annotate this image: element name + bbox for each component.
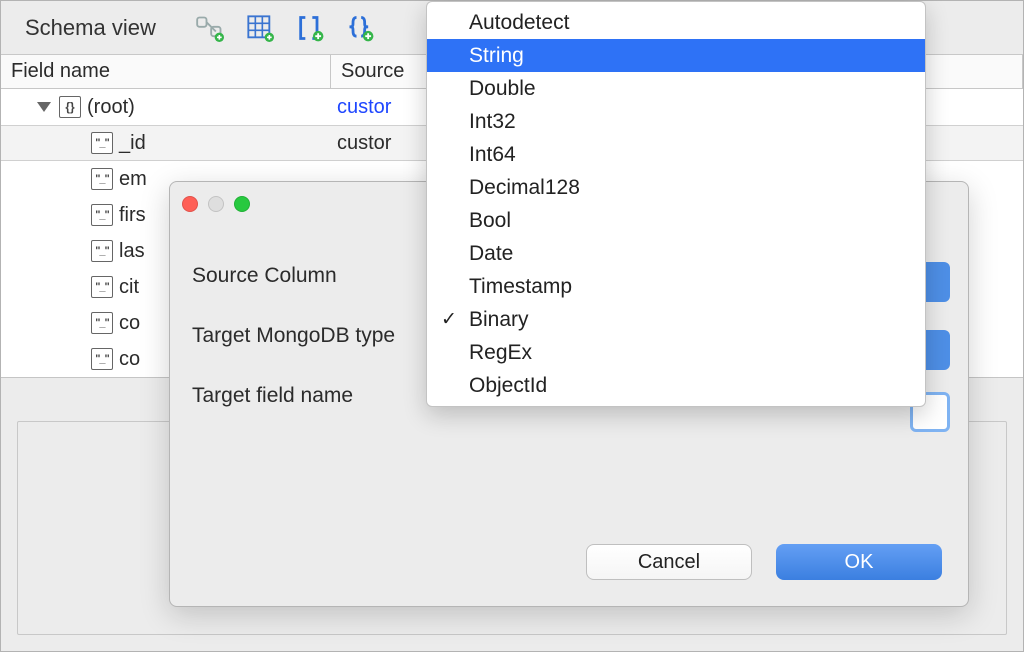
label-target-type: Target MongoDB type xyxy=(192,324,432,348)
field-icon xyxy=(91,132,113,154)
zoom-icon[interactable] xyxy=(234,196,250,212)
cancel-button[interactable]: Cancel xyxy=(586,544,752,580)
tree-root-name: (root) xyxy=(87,96,135,119)
field-icon xyxy=(91,204,113,226)
tree-row-name: cit xyxy=(119,276,139,299)
toolbar-title: Schema view xyxy=(25,15,156,41)
dropdown-item-binary[interactable]: Binary xyxy=(427,303,925,336)
expand-icon[interactable] xyxy=(37,102,51,112)
tree-row-name: co xyxy=(119,348,140,371)
add-object-icon[interactable] xyxy=(346,14,374,42)
label-source-column: Source Column xyxy=(192,264,432,288)
tree-row-name: firs xyxy=(119,204,146,227)
tree-row-name: _id xyxy=(119,132,146,155)
dropdown-item-int64[interactable]: Int64 xyxy=(427,138,925,171)
type-dropdown[interactable]: Autodetect String Double Int32 Int64 Dec… xyxy=(426,1,926,407)
dropdown-item-bool[interactable]: Bool xyxy=(427,204,925,237)
dropdown-item-string[interactable]: String xyxy=(427,39,925,72)
add-relation-icon[interactable] xyxy=(196,14,224,42)
ok-button[interactable]: OK xyxy=(776,544,942,580)
dropdown-item-int32[interactable]: Int32 xyxy=(427,105,925,138)
close-icon[interactable] xyxy=(182,196,198,212)
dropdown-item-date[interactable]: Date xyxy=(427,237,925,270)
field-icon xyxy=(91,312,113,334)
dropdown-item-double[interactable]: Double xyxy=(427,72,925,105)
add-table-icon[interactable] xyxy=(246,14,274,42)
tree-row-name: em xyxy=(119,168,147,191)
dropdown-item-timestamp[interactable]: Timestamp xyxy=(427,270,925,303)
label-target-name: Target field name xyxy=(192,384,432,408)
field-icon xyxy=(91,168,113,190)
field-icon xyxy=(91,276,113,298)
object-icon xyxy=(59,96,81,118)
dropdown-item-objectid[interactable]: ObjectId xyxy=(427,369,925,402)
dropdown-item-decimal128[interactable]: Decimal128 xyxy=(427,171,925,204)
tree-row-name: las xyxy=(119,240,145,263)
dropdown-item-autodetect[interactable]: Autodetect xyxy=(427,6,925,39)
column-header-field-name[interactable]: Field name xyxy=(1,55,331,88)
minimize-icon xyxy=(208,196,224,212)
field-icon xyxy=(91,240,113,262)
toolbar-icons xyxy=(196,14,374,42)
tree-row-name: co xyxy=(119,312,140,335)
add-array-icon[interactable] xyxy=(296,14,324,42)
field-icon xyxy=(91,348,113,370)
dropdown-item-regex[interactable]: RegEx xyxy=(427,336,925,369)
